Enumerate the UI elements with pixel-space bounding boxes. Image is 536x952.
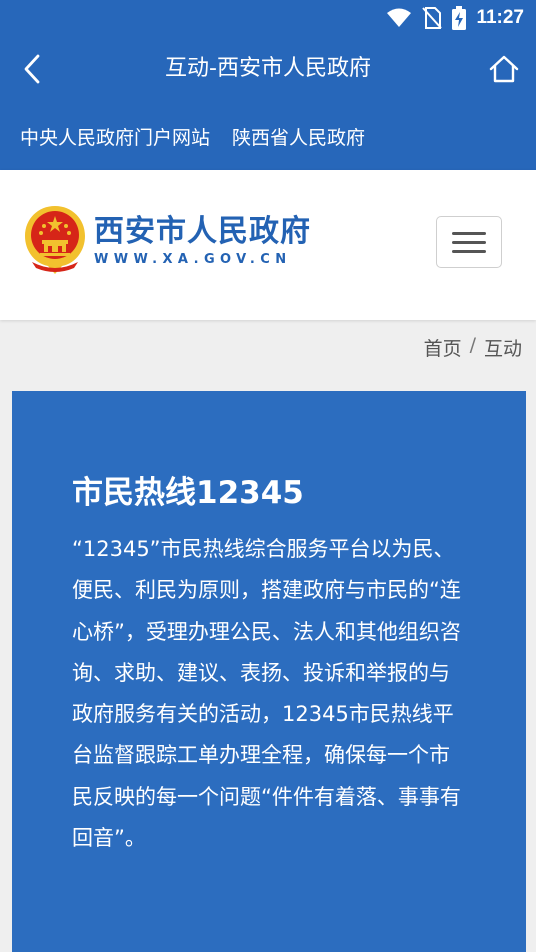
app-bar: 互动-西安市人民政府 bbox=[0, 36, 536, 102]
hotline-card-title: 市民热线12345 bbox=[72, 475, 304, 511]
status-bar: 11:27 bbox=[0, 0, 536, 36]
site-header: 西安市人民政府 WWW.XA.GOV.CN bbox=[0, 170, 536, 320]
app-title: 互动-西安市人民政府 bbox=[165, 56, 371, 81]
no-sim-icon bbox=[422, 7, 443, 29]
logo-name: 西安市人民政府 bbox=[94, 213, 311, 249]
breadcrumb-home[interactable]: 首页 bbox=[424, 334, 462, 361]
status-time: 11:27 bbox=[476, 7, 524, 28]
status-icons: 11:27 bbox=[386, 0, 524, 36]
menu-button[interactable] bbox=[436, 216, 502, 268]
link-shaanxi-government[interactable]: 陕西省人民政府 bbox=[232, 123, 365, 150]
top-links-bar: 中央人民政府门户网站 陕西省人民政府 bbox=[0, 102, 536, 170]
national-emblem-icon bbox=[25, 206, 85, 274]
hotline-card-body: “12345”市民热线综合服务平台以为民、便民、利民为原则，搭建政府与市民的“连… bbox=[72, 537, 461, 851]
logo-url: WWW.XA.GOV.CN bbox=[94, 251, 292, 267]
hotline-card[interactable]: 市民热线12345 “12345”市民热线综合服务平台以为民、便民、利民为原则，… bbox=[12, 391, 526, 952]
breadcrumb: 首页 / 互动 bbox=[424, 334, 522, 361]
battery-charging-icon bbox=[452, 6, 467, 30]
link-central-government[interactable]: 中央人民政府门户网站 bbox=[20, 123, 210, 150]
home-icon bbox=[489, 55, 519, 83]
home-button[interactable] bbox=[484, 49, 524, 89]
hamburger-menu-icon bbox=[452, 231, 486, 235]
breadcrumb-current: 互动 bbox=[483, 338, 522, 360]
wifi-icon bbox=[387, 8, 412, 27]
back-button[interactable] bbox=[12, 49, 52, 89]
breadcrumb-separator: / bbox=[469, 334, 476, 356]
site-logo[interactable]: 西安市人民政府 WWW.XA.GOV.CN bbox=[22, 204, 311, 276]
chevron-left-icon bbox=[24, 54, 40, 84]
